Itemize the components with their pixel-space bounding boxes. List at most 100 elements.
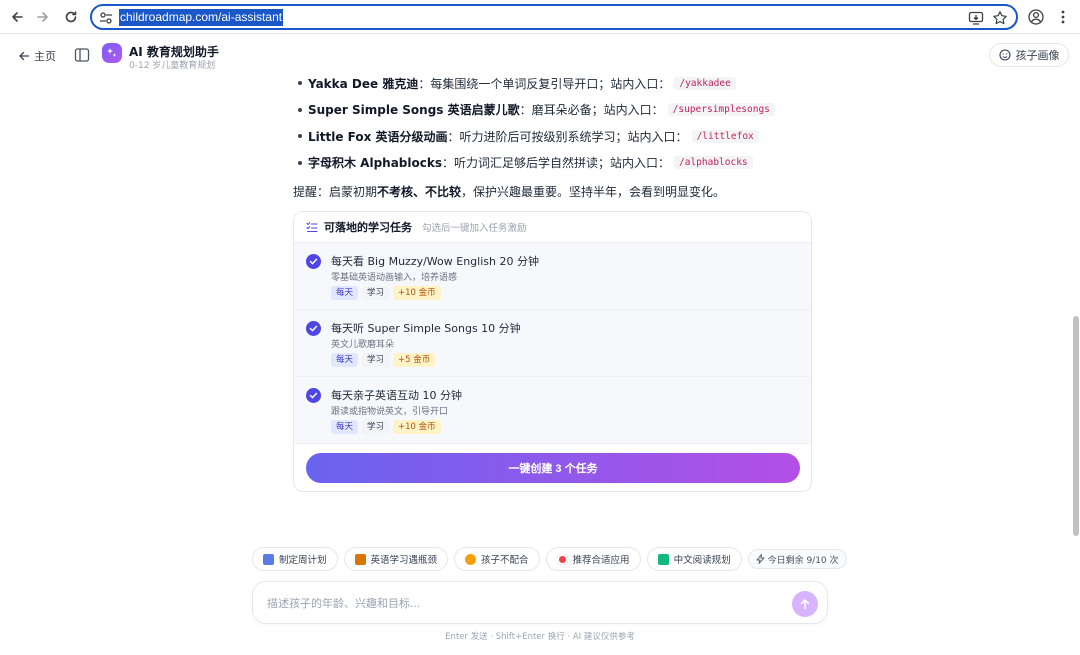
list-item: Super Simple Songs 英语启蒙儿歌 ：磨耳朵必备；站内入口：/su… <box>298 97 818 124</box>
task-checkbox[interactable] <box>306 388 321 403</box>
forward-arrow-icon[interactable] <box>33 7 53 27</box>
quota-text: 今日剩余 9/10 次 <box>767 555 839 566</box>
list-item: Little Fox 英语分级动画 ：听力进阶后可按级别系统学习；站内入口：/li… <box>298 123 818 150</box>
resource-desc: ：磨耳朵必备；站内入口： <box>519 103 664 118</box>
reload-icon[interactable] <box>61 7 81 27</box>
reminder-text: 提醒：启蒙初期不考核、不比较，保护兴趣最重要。坚持半年，会看到明显变化。 <box>293 183 725 200</box>
footer-hint: Enter 发送 · Shift+Enter 换行 · AI 建议仅供参考 <box>445 632 635 642</box>
task-title: 每天亲子英语互动 10 分钟 <box>331 389 462 402</box>
task-tags: 每天 学习 +5 金币 <box>331 353 436 367</box>
resource-name: 字母积木 Alphablocks <box>308 156 442 171</box>
smiley-icon <box>998 49 1011 61</box>
check-icon <box>309 325 318 332</box>
home-label: 主页 <box>34 50 56 63</box>
reading-icon <box>657 553 669 565</box>
task-title: 每天听 Super Simple Songs 10 分钟 <box>331 322 521 335</box>
scrollbar[interactable] <box>1072 76 1080 655</box>
task-desc: 英文儿歌磨耳朵 <box>331 340 395 350</box>
task-desc: 跟读或指物说英文，引导开口 <box>331 407 449 417</box>
task-checkbox[interactable] <box>306 254 321 269</box>
sidebar-toggle-icon[interactable] <box>74 47 90 63</box>
task-card-title: 可落地的学习任务 <box>324 221 412 234</box>
url-text[interactable]: childroadmap.com/ai-assistant <box>119 9 284 26</box>
check-icon <box>309 392 318 399</box>
message-input[interactable] <box>267 594 767 612</box>
more-menu-icon[interactable] <box>1054 8 1072 26</box>
browser-toolbar: childroadmap.com/ai-assistant <box>0 0 1080 34</box>
chip-label: 制定周计划 <box>279 555 327 566</box>
task-tags: 每天 学习 +10 金币 <box>331 286 441 300</box>
create-tasks-button[interactable]: 一键创建 3 个任务 <box>306 453 800 483</box>
daily-quota-badge: 今日剩余 9/10 次 <box>747 549 847 569</box>
resource-name: Little Fox 英语分级动画 <box>308 129 448 144</box>
reward-badge: +10 金币 <box>393 420 441 434</box>
target-icon <box>556 553 568 565</box>
quick-prompts: 制定周计划 英语学习遇瓶颈 孩子不配合 推荐合适应用 中文阅读规划 今日剩余 9… <box>252 547 847 571</box>
chip-label: 英语学习遇瓶颈 <box>370 555 438 566</box>
chat-message-area: Yakka Dee 雅克迪 ：每集围绕一个单词反复引导开口；站内入口：/yakka… <box>0 76 1080 546</box>
resource-name: Super Simple Songs 英语启蒙儿歌 <box>308 103 520 118</box>
task-title: 每天看 Big Muzzy/Wow English 20 分钟 <box>331 255 539 268</box>
task-card: 可落地的学习任务 勾选后一键加入任务激励 每天看 Big Muzzy/Wow E… <box>293 211 812 492</box>
resource-desc: ：听力词汇足够后学自然拼读；站内入口： <box>442 156 671 171</box>
category-badge: 学习 <box>362 353 390 367</box>
bookmark-star-icon[interactable] <box>992 10 1008 26</box>
chip-label: 中文阅读规划 <box>673 555 731 566</box>
chip-label: 孩子不配合 <box>481 555 529 566</box>
child-icon <box>465 553 477 565</box>
resource-path[interactable]: /littlefox <box>691 129 759 143</box>
message-composer <box>252 581 828 624</box>
books-icon <box>354 553 366 565</box>
resource-path[interactable]: /supersimplesongs <box>667 103 775 117</box>
frequency-badge: 每天 <box>331 353 359 367</box>
task-item[interactable]: 每天听 Super Simple Songs 10 分钟 英文儿歌磨耳朵 每天 … <box>294 310 811 377</box>
back-arrow-icon <box>19 51 30 61</box>
quick-prompt-chip[interactable]: 英语学习遇瓶颈 <box>343 547 449 571</box>
list-item: 字母积木 Alphablocks ：听力词汇足够后学自然拼读；站内入口：/alph… <box>298 150 818 177</box>
quick-prompt-chip[interactable]: 孩子不配合 <box>454 547 540 571</box>
site-settings-icon[interactable] <box>98 10 114 26</box>
home-link[interactable]: 主页 <box>18 47 56 65</box>
resource-name: Yakka Dee 雅克迪 <box>308 76 419 91</box>
sparkle-icon <box>107 48 117 57</box>
send-button[interactable] <box>792 591 818 617</box>
lightning-icon <box>756 554 765 564</box>
profile-icon[interactable] <box>1027 8 1045 26</box>
category-badge: 学习 <box>362 286 390 300</box>
app-logo <box>102 43 122 63</box>
category-badge: 学习 <box>362 420 390 434</box>
quick-prompt-chip[interactable]: 推荐合适应用 <box>545 547 641 571</box>
checklist-icon <box>306 222 318 233</box>
reward-badge: +5 金币 <box>393 353 436 367</box>
address-bar[interactable]: childroadmap.com/ai-assistant <box>90 4 1018 30</box>
scrollbar-thumb[interactable] <box>1073 316 1079 536</box>
frequency-badge: 每天 <box>331 420 359 434</box>
resource-path[interactable]: /alphablocks <box>674 156 753 170</box>
task-desc: 零基础英语动画输入，培养语感 <box>331 273 458 283</box>
task-checkbox[interactable] <box>306 321 321 336</box>
reward-badge: +10 金币 <box>393 286 441 300</box>
reminder-emphasis: 不考核、不比较 <box>377 185 462 199</box>
task-item[interactable]: 每天看 Big Muzzy/Wow English 20 分钟 零基础英语动画输… <box>294 243 811 310</box>
child-profile-label: 孩子画像 <box>1015 49 1060 62</box>
calendar-icon <box>263 553 274 565</box>
resource-list: Yakka Dee 雅克迪 ：每集围绕一个单词反复引导开口；站内入口：/yakka… <box>298 70 818 176</box>
back-arrow-icon[interactable] <box>7 7 27 27</box>
task-tags: 每天 学习 +10 金币 <box>331 420 441 434</box>
resource-desc: ：听力进阶后可按级别系统学习；站内入口： <box>447 129 688 144</box>
check-icon <box>309 258 318 265</box>
task-card-hint: 勾选后一键加入任务激励 <box>422 223 527 234</box>
quick-prompt-chip[interactable]: 制定周计划 <box>252 547 338 571</box>
install-app-icon[interactable] <box>968 10 984 26</box>
chip-label: 推荐合适应用 <box>572 555 630 566</box>
child-profile-button[interactable]: 孩子画像 <box>989 43 1069 67</box>
task-item[interactable]: 每天亲子英语互动 10 分钟 跟读或指物说英文，引导开口 每天 学习 +10 金… <box>294 377 811 444</box>
resource-desc: ：每集围绕一个单词反复引导开口；站内入口： <box>418 76 671 91</box>
app-subtitle: 0-12 岁儿童教育规划 <box>129 61 216 71</box>
frequency-badge: 每天 <box>331 286 359 300</box>
resource-path[interactable]: /yakkadee <box>674 76 736 90</box>
arrow-up-icon <box>800 599 810 610</box>
task-card-header: 可落地的学习任务 勾选后一键加入任务激励 <box>294 212 811 243</box>
quick-prompt-chip[interactable]: 中文阅读规划 <box>646 547 742 571</box>
reminder-suffix: ，保护兴趣最重要。坚持半年，会看到明显变化。 <box>461 185 726 199</box>
